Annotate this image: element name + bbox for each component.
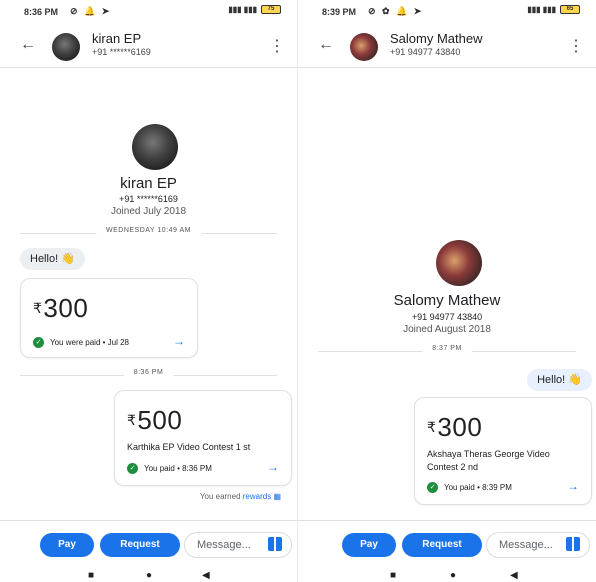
profile-avatar[interactable]	[132, 124, 178, 170]
right-chat-screen: 8:39 PM ⊘ ✿ 🔔 ➤ ▮▮▮ ▮▮▮ 65 ← Salomy Math…	[298, 0, 596, 582]
payment-card-sent[interactable]: ₹500 Karthika EP Video Contest 1 st ✓ Yo…	[114, 390, 292, 486]
back-arrow-icon[interactable]: ←	[318, 36, 334, 54]
gift-icon[interactable]	[566, 537, 580, 551]
notification-icons: ⊘ 🔔 ➤	[70, 6, 112, 16]
profile-phone: +91 ******6169	[119, 194, 178, 204]
chat-header: ← Salomy Mathew +91 94977 43840 ⋮	[298, 26, 596, 68]
profile-phone: +91 94977 43840	[411, 312, 483, 322]
chat-header: ← kiran EP +91 ******6169 ⋮	[0, 26, 297, 68]
compose-bar: Pay Request Message...	[0, 520, 297, 564]
left-chat-screen: 8:36 PM ⊘ 🔔 ➤ ▮▮▮ ▮▮▮ 75 ← kiran EP +91 …	[0, 0, 298, 582]
battery-icon: 75	[261, 5, 281, 14]
check-circle-icon: ✓	[127, 463, 138, 474]
hello-message-bubble[interactable]: Hello! 👋	[527, 369, 592, 391]
chevron-right-icon[interactable]: →	[267, 460, 279, 474]
currency-symbol: ₹	[427, 419, 437, 435]
chevron-right-icon[interactable]: →	[567, 479, 579, 493]
currency-symbol: ₹	[127, 412, 137, 428]
home-icon[interactable]: ●	[146, 570, 152, 581]
recents-icon[interactable]: ■	[390, 570, 396, 581]
signal-icon: ▮▮▮ ▮▮▮	[228, 5, 257, 14]
payment-status-text: You paid • 8:39 PM	[444, 483, 512, 492]
profile-name: Salomy Mathew	[393, 292, 501, 309]
hello-message-bubble[interactable]: Hello! 👋	[20, 248, 85, 270]
time-separator: 8:37 PM	[318, 345, 576, 357]
rewards-icon: ▦	[273, 492, 281, 501]
payment-card-sent[interactable]: ₹300 Akshaya Theras George Video Contest…	[414, 397, 592, 505]
rewards-note: You earned rewards ▦	[200, 492, 281, 501]
payment-description: Karthika EP Video Contest 1 st	[127, 442, 251, 452]
status-time: 8:36 PM	[24, 7, 59, 17]
rewards-link[interactable]: rewards	[243, 492, 271, 501]
header-contact-phone: +91 ******6169	[92, 47, 151, 57]
home-icon[interactable]: ●	[450, 570, 456, 581]
payment-card-received[interactable]: ₹300 ✓ You were paid • Jul 28 →	[20, 278, 198, 358]
status-right: ▮▮▮ ▮▮▮ 75	[228, 5, 281, 14]
payment-description: Akshaya Theras George Video Contest 2 nd	[427, 449, 550, 472]
message-input[interactable]: Message...	[184, 532, 292, 558]
payment-status-text: You were paid • Jul 28	[50, 338, 130, 347]
profile-joined: Joined August 2018	[403, 324, 491, 335]
payment-amount: ₹500	[127, 405, 182, 436]
back-arrow-icon[interactable]: ←	[20, 36, 36, 54]
header-avatar[interactable]	[52, 33, 80, 61]
profile-avatar[interactable]	[436, 240, 482, 286]
payment-amount: ₹300	[33, 293, 88, 324]
amount-value: 300	[437, 412, 483, 442]
header-avatar[interactable]	[350, 33, 378, 61]
signal-icon: ▮▮▮ ▮▮▮	[527, 5, 556, 14]
rewards-prefix: You earned	[199, 492, 243, 501]
pay-button[interactable]: Pay	[40, 533, 94, 557]
status-time: 8:39 PM	[322, 7, 357, 17]
time-separator: 8:36 PM	[20, 369, 277, 381]
message-input[interactable]: Message...	[486, 532, 590, 558]
date-separator: WEDNESDAY 10:49 AM	[20, 227, 277, 239]
system-nav-bar: ■ ● ◀	[298, 570, 596, 582]
status-right: ▮▮▮ ▮▮▮ 65	[527, 5, 580, 14]
header-contact-phone: +91 94977 43840	[390, 47, 461, 57]
request-button[interactable]: Request	[402, 533, 482, 557]
notification-icons: ⊘ ✿ 🔔 ➤	[368, 6, 424, 16]
status-bar: 8:39 PM ⊘ ✿ 🔔 ➤ ▮▮▮ ▮▮▮ 65	[298, 0, 596, 22]
more-vert-icon[interactable]: ⋮	[568, 36, 584, 56]
recents-icon[interactable]: ■	[88, 570, 94, 581]
pay-button[interactable]: Pay	[342, 533, 396, 557]
status-bar: 8:36 PM ⊘ 🔔 ➤ ▮▮▮ ▮▮▮ 75	[0, 0, 297, 22]
gift-icon[interactable]	[268, 537, 282, 551]
message-placeholder: Message...	[499, 539, 553, 551]
battery-icon: 65	[560, 5, 580, 14]
system-nav-bar: ■ ● ◀	[0, 570, 297, 582]
payment-status-row: ✓ You were paid • Jul 28	[33, 337, 129, 348]
check-circle-icon: ✓	[33, 337, 44, 348]
separator-label: 8:37 PM	[422, 345, 472, 352]
message-placeholder: Message...	[197, 539, 251, 551]
back-nav-icon[interactable]: ◀	[202, 570, 210, 581]
back-nav-icon[interactable]: ◀	[510, 570, 518, 581]
check-circle-icon: ✓	[427, 482, 438, 493]
profile-name: kiran EP	[120, 175, 177, 192]
payment-amount: ₹300	[427, 412, 482, 443]
currency-symbol: ₹	[33, 300, 43, 316]
request-button[interactable]: Request	[100, 533, 180, 557]
amount-value: 500	[137, 405, 183, 435]
profile-joined: Joined July 2018	[110, 206, 187, 217]
separator-label: 8:36 PM	[123, 369, 174, 376]
header-contact-name[interactable]: Salomy Mathew	[390, 31, 482, 46]
payment-status-row: ✓ You paid • 8:36 PM	[127, 463, 212, 474]
header-contact-name[interactable]: kiran EP	[92, 31, 141, 46]
amount-value: 300	[43, 293, 89, 323]
chevron-right-icon[interactable]: →	[173, 334, 185, 348]
more-vert-icon[interactable]: ⋮	[269, 36, 285, 56]
payment-status-text: You paid • 8:36 PM	[144, 464, 212, 473]
separator-label: WEDNESDAY 10:49 AM	[96, 227, 201, 234]
compose-bar: Pay Request Message...	[298, 520, 596, 564]
payment-status-row: ✓ You paid • 8:39 PM	[427, 482, 512, 493]
